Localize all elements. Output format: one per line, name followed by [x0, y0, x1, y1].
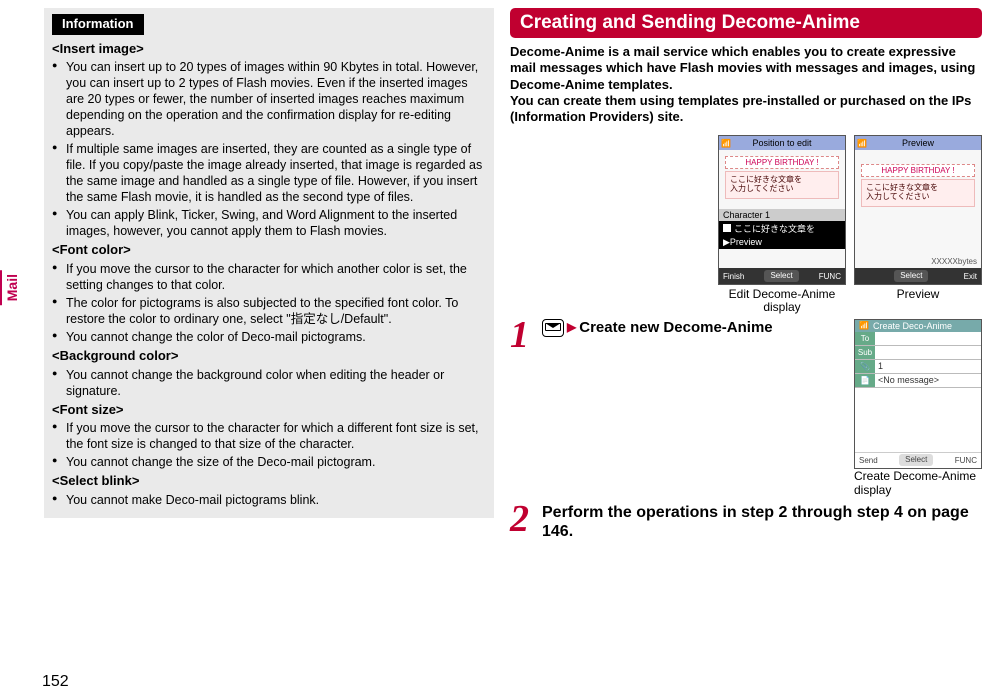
field-message[interactable]: 📄<No message> — [855, 374, 981, 388]
field-value — [875, 346, 981, 359]
field-value: <No message> — [875, 374, 981, 387]
side-tab-mail: Mail — [0, 270, 22, 305]
antenna-icon: 📶 — [857, 139, 867, 148]
heading-insert-image: <Insert image> — [52, 41, 486, 58]
heading-font-color: <Font color> — [52, 242, 486, 259]
information-box: Information <Insert image> You can inser… — [44, 8, 494, 518]
list-item: You can apply Blink, Ticker, Swing, and … — [52, 207, 486, 239]
page-number: 152 — [42, 673, 69, 691]
phone-preview-screen: 📶 Preview HAPPY BIRTHDAY ! ここに好きな文章を 入力し… — [854, 135, 982, 285]
step-2: 2 Perform the operations in step 2 throu… — [510, 503, 982, 541]
mail-key-icon[interactable] — [542, 319, 564, 337]
heading-font-size: <Font size> — [52, 402, 486, 419]
compose-title-bar: 📶 Create Deco-Anime — [855, 320, 981, 332]
antenna-icon: 📶 — [859, 321, 869, 330]
right-column: Creating and Sending Decome-Anime Decome… — [502, 8, 990, 697]
list-item: You cannot make Deco-mail pictograms bli… — [52, 492, 486, 508]
doc-icon: 📄 — [855, 374, 875, 387]
phone-screenshots-row: 📶 Position to edit HAPPY BIRTHDAY ! ここに好… — [510, 135, 982, 314]
softkey-right[interactable]: Exit — [964, 272, 977, 281]
list-font-size: If you move the cursor to the character … — [52, 420, 486, 470]
clip-icon: 📎 — [855, 360, 875, 373]
step-number: 2 — [510, 503, 536, 535]
jp-placeholder-text: ここに好きな文章を 入力してください — [725, 171, 839, 199]
list-item: You can insert up to 20 types of images … — [52, 59, 486, 139]
phone-compose: 📶 Create Deco-Anime To Sub 📎1 📄<No messa… — [854, 319, 982, 497]
list-item: The color for pictograms is also subject… — [52, 295, 486, 327]
list-select-blink: You cannot make Deco-mail pictograms bli… — [52, 492, 486, 508]
list-item: You cannot change the color of Deco-mail… — [52, 329, 486, 345]
softkey-select[interactable]: Select — [899, 454, 933, 466]
field-tag-to: To — [855, 332, 875, 345]
softkey-select[interactable]: Select — [764, 270, 798, 282]
preview-label: Preview — [730, 237, 762, 247]
banner-text: HAPPY BIRTHDAY ! — [861, 164, 975, 177]
status-bar: 📶 Preview — [855, 136, 981, 150]
character-label: Character 1 — [719, 209, 845, 221]
field-sub[interactable]: Sub — [855, 346, 981, 360]
softkey-func[interactable]: FUNC — [955, 456, 977, 465]
left-column: Information <Insert image> You can inser… — [14, 8, 502, 697]
phone-edit: 📶 Position to edit HAPPY BIRTHDAY ! ここに好… — [718, 135, 846, 314]
preview-row: ▶ Preview — [719, 236, 845, 249]
list-item: You cannot change the size of the Deco-m… — [52, 454, 486, 470]
banner-text: HAPPY BIRTHDAY ! — [725, 156, 839, 169]
status-title: Position to edit — [752, 138, 811, 148]
softkey-bar: Send Select FUNC — [855, 452, 981, 468]
step-number: 1 — [510, 319, 536, 351]
step1-block: 📶 Create Deco-Anime To Sub 📎1 📄<No messa… — [510, 319, 982, 497]
list-item: If you move the cursor to the character … — [52, 261, 486, 293]
document-page: Mail Information <Insert image> You can … — [0, 0, 1004, 697]
softkey-left[interactable]: Finish — [723, 272, 744, 281]
softkey-bar: Finish Select FUNC — [719, 268, 845, 284]
softkey-select[interactable]: Select — [894, 270, 928, 282]
field-tag-sub: Sub — [855, 346, 875, 359]
highlight-text: ここに好きな文章を — [734, 222, 815, 235]
status-bar: 📶 Position to edit — [719, 136, 845, 150]
list-item: If you move the cursor to the character … — [52, 420, 486, 452]
list-item: If multiple same images are inserted, th… — [52, 141, 486, 205]
phone-edit-screen: 📶 Position to edit HAPPY BIRTHDAY ! ここに好… — [718, 135, 846, 285]
information-label: Information — [52, 14, 144, 35]
phone-preview: 📶 Preview HAPPY BIRTHDAY ! ここに好きな文章を 入力し… — [854, 135, 982, 314]
heading-background-color: <Background color> — [52, 348, 486, 365]
softkey-send[interactable]: Send — [859, 456, 878, 465]
heading-select-blink: <Select blink> — [52, 473, 486, 490]
compose-title: Create Deco-Anime — [873, 321, 952, 331]
step-1: 1 ▶ Create new Decome-Anime — [510, 319, 846, 351]
antenna-icon: 📶 — [721, 139, 731, 148]
jp-placeholder-text: ここに好きな文章を 入力してください — [861, 179, 975, 207]
phone-edit-caption: Edit Decome-Anime display — [718, 288, 846, 314]
status-title: Preview — [902, 138, 934, 148]
field-value — [875, 332, 981, 345]
phone-preview-caption: Preview — [854, 288, 982, 301]
list-insert-image: You can insert up to 20 types of images … — [52, 59, 486, 239]
square-icon — [723, 224, 731, 232]
field-to[interactable]: To — [855, 332, 981, 346]
softkey-bar: Select Exit — [855, 268, 981, 284]
section-description: Decome-Anime is a mail service which ena… — [510, 44, 982, 125]
list-item: You cannot change the background color w… — [52, 367, 486, 399]
phone-compose-caption: Create Decome-Anime display — [854, 469, 982, 497]
field-attach[interactable]: 📎1 — [855, 360, 981, 374]
bytes-label: XXXXXbytes — [931, 257, 977, 266]
field-value: 1 — [875, 360, 981, 373]
step-body: ▶ Create new Decome-Anime — [542, 319, 846, 337]
softkey-right[interactable]: FUNC — [819, 272, 841, 281]
list-font-color: If you move the cursor to the character … — [52, 261, 486, 345]
character-highlight-row: ここに好きな文章を — [719, 221, 845, 236]
list-background-color: You cannot change the background color w… — [52, 367, 486, 399]
step-text: Create new Decome-Anime — [579, 319, 772, 337]
step-text: Perform the operations in step 2 through… — [542, 503, 982, 541]
phone-compose-screen: 📶 Create Deco-Anime To Sub 📎1 📄<No messa… — [854, 319, 982, 469]
nav-arrow-icon: ▶ — [567, 320, 576, 334]
section-title-bar: Creating and Sending Decome-Anime — [510, 8, 982, 38]
